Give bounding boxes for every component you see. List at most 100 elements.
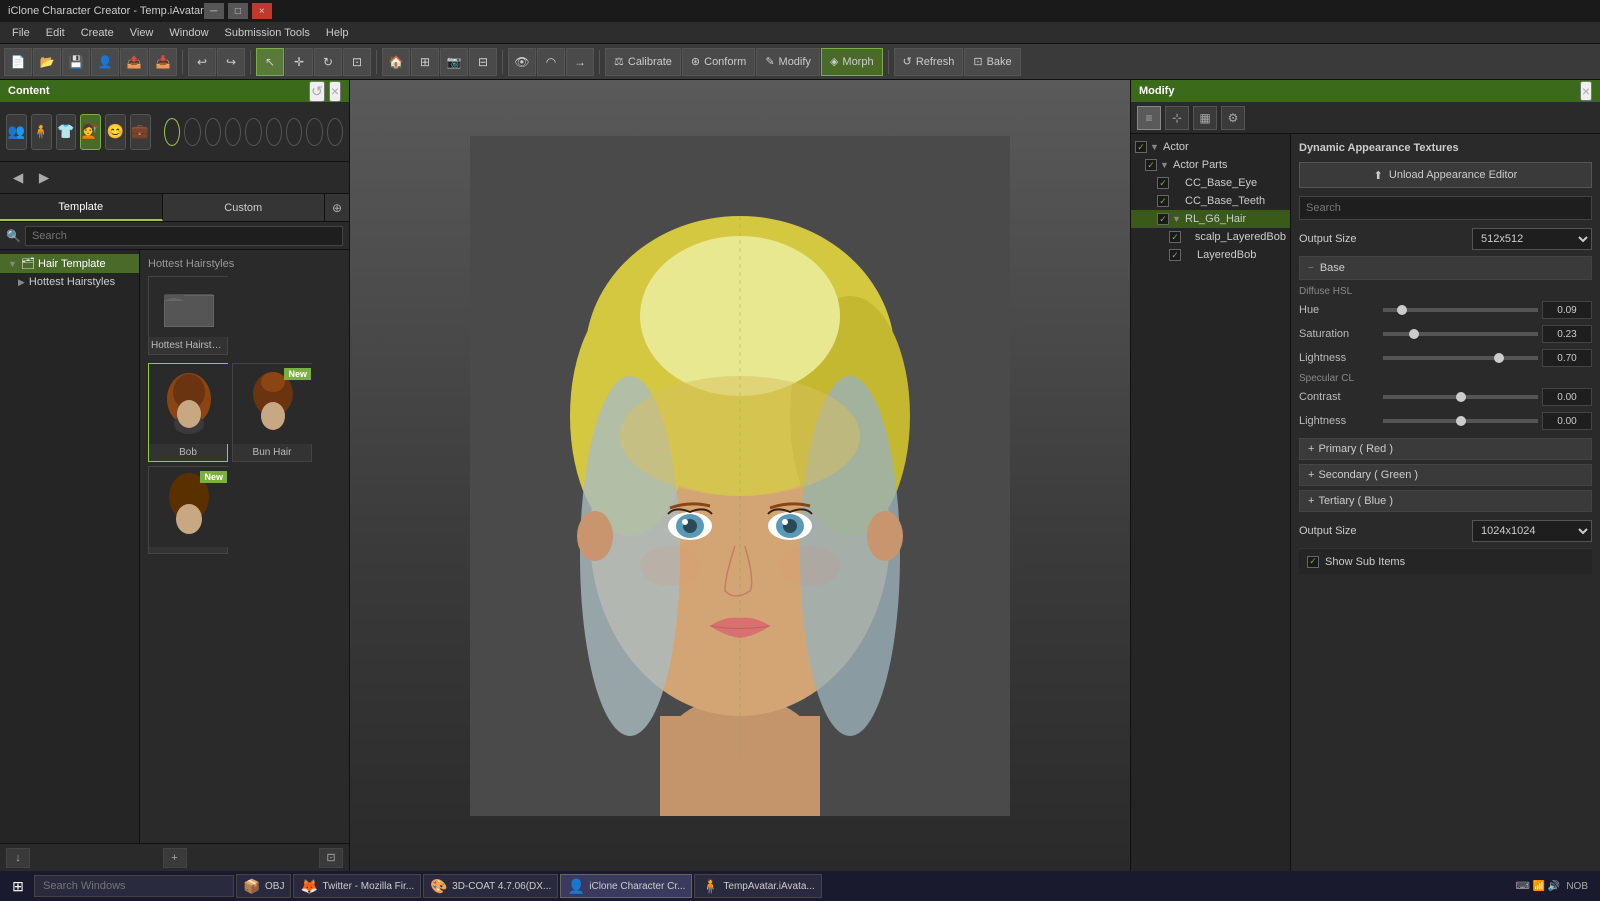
eye-checkbox[interactable]: ✓ bbox=[1157, 177, 1169, 189]
redo-btn[interactable]: ↪ bbox=[217, 48, 245, 76]
fullscreen-btn[interactable]: ⊟ bbox=[469, 48, 497, 76]
conform-btn[interactable]: ⊛ Conform bbox=[682, 48, 755, 76]
tab-settings-btn[interactable]: ⚙ bbox=[1221, 106, 1245, 130]
move-btn[interactable]: ✛ bbox=[285, 48, 313, 76]
hue-value[interactable] bbox=[1542, 301, 1592, 319]
open-btn[interactable]: 📂 bbox=[33, 48, 61, 76]
export2-btn[interactable]: 📥 bbox=[149, 48, 177, 76]
add-item-btn[interactable]: + bbox=[163, 848, 187, 868]
lightness-value[interactable] bbox=[1542, 349, 1592, 367]
bake-btn[interactable]: ⊡ Bake bbox=[964, 48, 1020, 76]
actor-item-actor[interactable]: ✓ ▼ Actor bbox=[1131, 138, 1290, 156]
import-btn[interactable]: 👤 bbox=[91, 48, 119, 76]
menu-help[interactable]: Help bbox=[318, 25, 357, 41]
circle-btn-4[interactable] bbox=[225, 118, 241, 146]
tab-sliders-btn[interactable]: ≡ bbox=[1137, 106, 1161, 130]
content-refresh-btn[interactable]: ↺ bbox=[309, 81, 325, 102]
tertiary-section-header[interactable]: + Tertiary ( Blue ) bbox=[1299, 490, 1592, 512]
tree-item-hair-template[interactable]: ▼ 🗂 Hair Template bbox=[0, 254, 139, 273]
scalp-checkbox[interactable]: ✓ bbox=[1169, 231, 1181, 243]
hair-icon-btn[interactable]: 💇 bbox=[80, 114, 101, 150]
cloth-icon-btn[interactable]: 👕 bbox=[56, 114, 77, 150]
taskbar-search-input[interactable] bbox=[34, 875, 234, 897]
actor-item-teeth[interactable]: ✓ CC_Base_Teeth bbox=[1131, 192, 1290, 210]
tab-texture-btn[interactable]: ▦ bbox=[1193, 106, 1217, 130]
lightness-slider[interactable] bbox=[1383, 356, 1538, 360]
contrast-slider[interactable] bbox=[1383, 395, 1538, 399]
hair-checkbox[interactable]: ✓ bbox=[1157, 213, 1169, 225]
grid-item-bun[interactable]: New Bun Hair bbox=[232, 363, 312, 462]
circle-btn-8[interactable] bbox=[306, 118, 322, 146]
wireframe-btn[interactable]: ⊞ bbox=[411, 48, 439, 76]
template-tab[interactable]: Template bbox=[0, 194, 163, 221]
circle-btn-3[interactable] bbox=[205, 118, 221, 146]
output-size2-select[interactable]: 512x512 1024x1024 2048x2048 bbox=[1472, 520, 1592, 542]
parts-checkbox[interactable]: ✓ bbox=[1145, 159, 1157, 171]
actor-checkbox[interactable]: ✓ bbox=[1135, 141, 1147, 153]
actor-item-scalp[interactable]: ✓ scalp_LayeredBob bbox=[1131, 228, 1290, 246]
content-close-btn[interactable]: × bbox=[329, 81, 341, 102]
taskbar-app-iclone[interactable]: 👤 iClone Character Cr... bbox=[560, 874, 692, 898]
actor-item-eye[interactable]: ✓ CC_Base_Eye bbox=[1131, 174, 1290, 192]
actor-item-parts[interactable]: ✓ ▼ Actor Parts bbox=[1131, 156, 1290, 174]
circle-btn-9[interactable] bbox=[327, 118, 343, 146]
rotate-btn[interactable]: ↻ bbox=[314, 48, 342, 76]
menu-edit[interactable]: Edit bbox=[38, 25, 73, 41]
spec-lightness-value[interactable] bbox=[1542, 412, 1592, 430]
actor-item-hair[interactable]: ✓ ▼ RL_G6_Hair bbox=[1131, 210, 1290, 228]
nav-forward-btn[interactable]: ▶ bbox=[34, 168, 54, 188]
shape-btn[interactable]: ◠ bbox=[537, 48, 565, 76]
circle-btn-6[interactable] bbox=[266, 118, 282, 146]
refresh-btn[interactable]: ↺ Refresh bbox=[894, 48, 964, 76]
saturation-value[interactable] bbox=[1542, 325, 1592, 343]
viewport[interactable] bbox=[350, 80, 1130, 871]
new-file-btn[interactable]: 📄 bbox=[4, 48, 32, 76]
morph-btn[interactable]: ◈ Morph bbox=[821, 48, 883, 76]
menu-view[interactable]: View bbox=[122, 25, 162, 41]
camera-btn[interactable]: 📷 bbox=[440, 48, 468, 76]
tab-expand-btn[interactable]: ⊕ bbox=[325, 194, 349, 221]
output-size-select[interactable]: 512x512 1024x1024 2048x2048 bbox=[1472, 228, 1592, 250]
close-btn[interactable]: × bbox=[252, 3, 272, 19]
spec-lightness-slider[interactable] bbox=[1383, 419, 1538, 423]
layered-bob-checkbox[interactable]: ✓ bbox=[1169, 249, 1181, 261]
modify-btn[interactable]: ✎ Modify bbox=[756, 48, 820, 76]
maximize-btn[interactable]: □ bbox=[228, 3, 248, 19]
show-sub-items-checkbox[interactable]: ✓ bbox=[1307, 556, 1319, 568]
search-input[interactable] bbox=[25, 226, 343, 246]
undo-btn[interactable]: ↩ bbox=[188, 48, 216, 76]
primary-section-header[interactable]: + Primary ( Red ) bbox=[1299, 438, 1592, 460]
body-icon-btn[interactable]: 🧍 bbox=[31, 114, 52, 150]
secondary-section-header[interactable]: + Secondary ( Green ) bbox=[1299, 464, 1592, 486]
circle-btn-7[interactable] bbox=[286, 118, 302, 146]
taskbar-app-obj[interactable]: 📦 OBJ bbox=[236, 874, 291, 898]
expand-grid-btn[interactable]: ⊡ bbox=[319, 848, 343, 868]
circle-btn-1[interactable] bbox=[164, 118, 180, 146]
scroll-down-btn[interactable]: ↓ bbox=[6, 848, 30, 868]
calibrate-btn[interactable]: ⚖ Calibrate bbox=[605, 48, 681, 76]
eye-btn[interactable]: 👁 bbox=[508, 48, 536, 76]
taskbar-app-3dcoat[interactable]: 🎨 3D-COAT 4.7.06(DX... bbox=[423, 874, 558, 898]
menu-file[interactable]: File bbox=[4, 25, 38, 41]
menu-submission-tools[interactable]: Submission Tools bbox=[217, 25, 318, 41]
home-btn[interactable]: 🏠 bbox=[382, 48, 410, 76]
menu-window[interactable]: Window bbox=[161, 25, 216, 41]
base-section-header[interactable]: − Base bbox=[1299, 256, 1592, 280]
select-btn[interactable]: ↖ bbox=[256, 48, 284, 76]
tab-mesh-btn[interactable]: ⊹ bbox=[1165, 106, 1189, 130]
taskbar-app-temp[interactable]: 🧍 TempAvatar.iAvata... bbox=[694, 874, 821, 898]
minimize-btn[interactable]: ─ bbox=[204, 3, 224, 19]
hue-slider[interactable] bbox=[1383, 308, 1538, 312]
teeth-checkbox[interactable]: ✓ bbox=[1157, 195, 1169, 207]
circle-btn-5[interactable] bbox=[245, 118, 261, 146]
menu-create[interactable]: Create bbox=[73, 25, 122, 41]
grid-item-new-hair[interactable]: New bbox=[148, 466, 228, 554]
export-btn[interactable]: 📤 bbox=[120, 48, 148, 76]
actor-item-layered-bob[interactable]: ✓ LayeredBob bbox=[1131, 246, 1290, 264]
taskbar-app-twitter[interactable]: 🦊 Twitter - Mozilla Fir... bbox=[293, 874, 421, 898]
nav-back-btn[interactable]: ◀ bbox=[8, 168, 28, 188]
tree-item-hottest[interactable]: ▶ Hottest Hairstyles bbox=[0, 273, 139, 291]
contrast-value[interactable] bbox=[1542, 388, 1592, 406]
custom-tab[interactable]: Custom bbox=[163, 194, 326, 221]
save-btn[interactable]: 💾 bbox=[62, 48, 90, 76]
